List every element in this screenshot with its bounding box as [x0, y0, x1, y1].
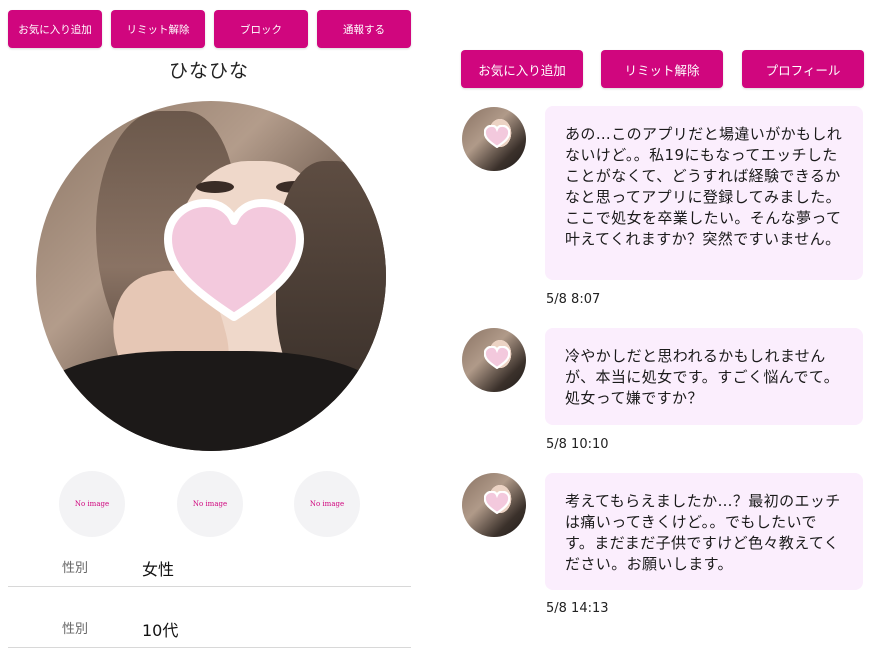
block-button[interactable]: ブロック	[214, 10, 308, 48]
message-timestamp: 5/8 8:07	[546, 292, 601, 307]
photo-detail	[36, 351, 386, 451]
sender-avatar[interactable]	[462, 107, 526, 171]
favorite-button[interactable]: お気に入り追加	[461, 50, 583, 88]
sender-avatar[interactable]	[462, 473, 526, 537]
photo-thumbnail[interactable]: No image	[177, 471, 243, 537]
heart-sticker-icon	[484, 346, 510, 369]
message-bubble: あの…このアプリだと場違いがかもしれないけど。。私19にもなってエッチしたことが…	[545, 106, 863, 280]
message-bubble: 考えてもらえましたか…？最初のエッチは痛いってきくけど。。でもしたいです。まだま…	[545, 473, 863, 590]
divider	[8, 586, 411, 587]
photo-thumbnail[interactable]: No image	[59, 471, 125, 537]
sender-avatar[interactable]	[462, 328, 526, 392]
photo-detail	[196, 181, 234, 193]
field-label: 性別	[62, 622, 89, 637]
heart-sticker-icon	[164, 199, 304, 323]
field-label: 性別	[62, 561, 89, 576]
divider	[8, 647, 411, 648]
profile-photo[interactable]	[36, 101, 386, 451]
field-value: 女性	[142, 560, 175, 579]
message-bubble: 冷やかしだと思われるかもしれませんが、本当に処女です。すごく悩んでて。処女って嫌…	[545, 328, 863, 425]
message-timestamp: 5/8 14:13	[546, 601, 609, 616]
heart-sticker-icon	[484, 491, 510, 514]
field-value: 10代	[142, 621, 179, 640]
favorite-button[interactable]: お気に入り追加	[8, 10, 102, 48]
heart-sticker-icon	[484, 125, 510, 148]
unlimit-button[interactable]: リミット解除	[111, 10, 205, 48]
message-timestamp: 5/8 10:10	[546, 437, 609, 452]
report-button[interactable]: 通報する	[317, 10, 411, 48]
profile-button[interactable]: プロフィール	[742, 50, 864, 88]
unlimit-button[interactable]: リミット解除	[601, 50, 723, 88]
photo-thumbnail[interactable]: No image	[294, 471, 360, 537]
profile-name: ひなひな	[168, 60, 249, 82]
